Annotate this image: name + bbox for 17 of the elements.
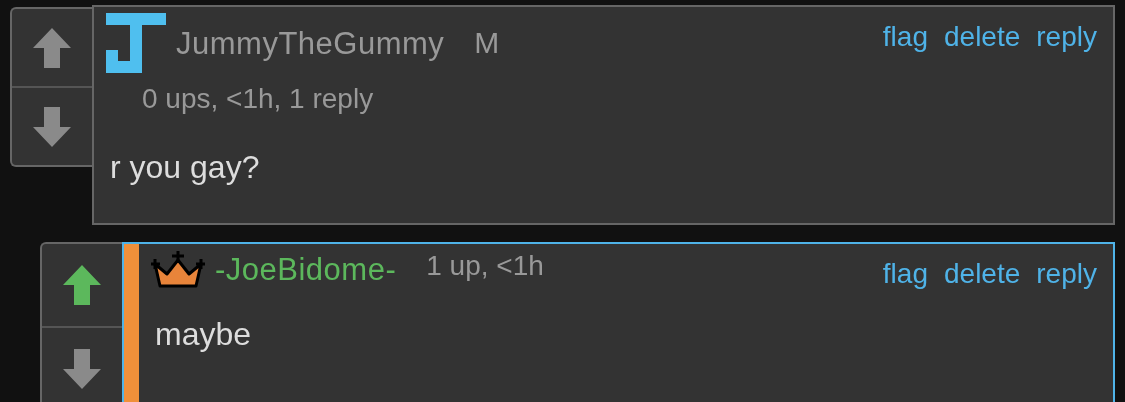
comment-text: maybe	[155, 318, 253, 350]
user-tag-label: M	[474, 28, 500, 58]
username[interactable]: JummyTheGummy	[176, 27, 445, 59]
comment-action-link[interactable]: delete	[944, 260, 1021, 288]
comment-action-link[interactable]: flag	[882, 260, 928, 288]
comment-action-link[interactable]: delete	[944, 23, 1021, 51]
downvote-arrow-icon	[33, 106, 71, 147]
comment-meta: 0 ups, <1h, 1 reply	[142, 85, 375, 113]
comment-action-link[interactable]: reply	[1036, 23, 1097, 51]
crown-icon	[151, 250, 205, 288]
avatar-icon	[106, 13, 166, 73]
comment-text: r you gay?	[110, 151, 261, 183]
comment-action-link[interactable]: flag	[882, 23, 928, 51]
username[interactable]: -JoeBidome-	[215, 253, 397, 285]
comment-meta: 1 up, <1h	[426, 252, 544, 280]
comment-action-link[interactable]: reply	[1036, 260, 1097, 288]
downvote-arrow-icon	[63, 349, 101, 389]
